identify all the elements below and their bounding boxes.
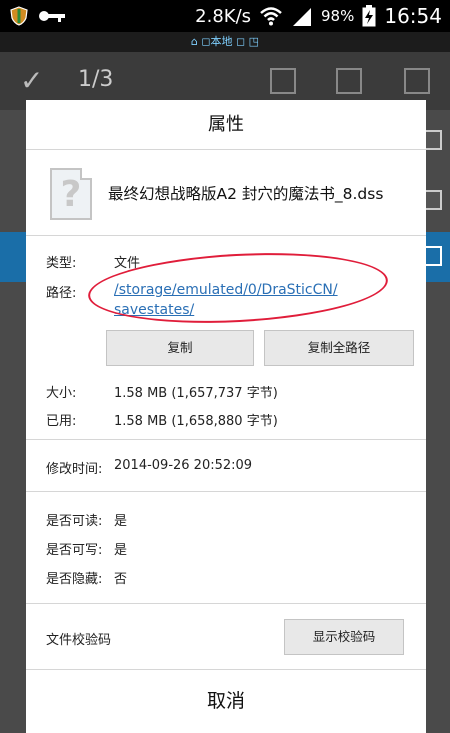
status-bar: 2.8K/s 98% 16:54 [0,0,450,32]
checksum-label: 文件校验码 [46,633,112,648]
properties-dialog: 属性 ? 最终幻想战略版A2 封穴的魔法书_8.dss 类型: 文件 路径: /… [26,100,426,733]
file-name: 最终幻想战略版A2 封穴的魔法书_8.dss [108,185,384,203]
show-checksum-button[interactable]: 显示校验码 [284,619,404,655]
shield-icon [10,6,28,26]
select-all-icon[interactable] [404,68,430,94]
checksum-section: 文件校验码 显示校验码 [26,604,426,670]
path-link[interactable]: /storage/emulated/0/DraSticCN/ savestate… [114,280,354,320]
clock: 16:54 [384,4,442,28]
permissions-section: 是否可读: 是 是否可写: 是 是否隐藏: 否 [26,492,426,604]
modified-section: 修改时间: 2014-09-26 20:52:09 [26,440,426,492]
cancel-button[interactable]: 取消 [26,670,426,733]
writable-label: 是否可写: [46,543,103,558]
used-label: 已用: [46,414,77,429]
hidden-value: 否 [114,572,128,587]
readable-value: 是 [114,514,128,529]
file-info: 类型: 文件 路径: /storage/emulated/0/DraSticCN… [26,236,426,440]
type-value: 文件 [114,256,141,271]
battery-percent: 98% [321,7,355,25]
network-speed: 2.8K/s [195,5,252,27]
modified-label: 修改时间: [46,462,103,477]
hidden-label: 是否隐藏: [46,572,103,587]
copy-full-path-button[interactable]: 复制全路径 [264,330,414,366]
modified-value: 2014-09-26 20:52:09 [114,458,253,473]
readable-label: 是否可读: [46,514,103,529]
selection-count: 1/3 [78,67,114,92]
writable-value: 是 [114,543,128,558]
dialog-title: 属性 [26,100,426,150]
size-label: 大小: [46,386,77,401]
select-range-icon[interactable] [336,68,362,94]
path-line-2: savestates/ [114,302,195,318]
size-value: 1.58 MB (1,657,737 字节) [114,386,278,401]
copy-button[interactable]: 复制 [106,330,254,366]
notification-strip: ⌂ ◻本地 ◻ ◳ [0,32,450,52]
type-label: 类型: [46,256,77,271]
path-label: 路径: [46,286,77,301]
unknown-file-icon: ? [50,168,92,220]
wifi-icon [260,7,282,26]
file-header: ? 最终幻想战略版A2 封穴的魔法书_8.dss [26,150,426,236]
key-icon [39,11,65,22]
path-line-1: /storage/emulated/0/DraSticCN/ [114,282,338,298]
battery-charging-icon [362,5,376,27]
signal-icon [293,8,312,26]
done-check-icon[interactable]: ✓ [20,64,43,97]
select-grid-icon[interactable] [270,68,296,94]
used-value: 1.58 MB (1,658,880 字节) [114,414,278,429]
